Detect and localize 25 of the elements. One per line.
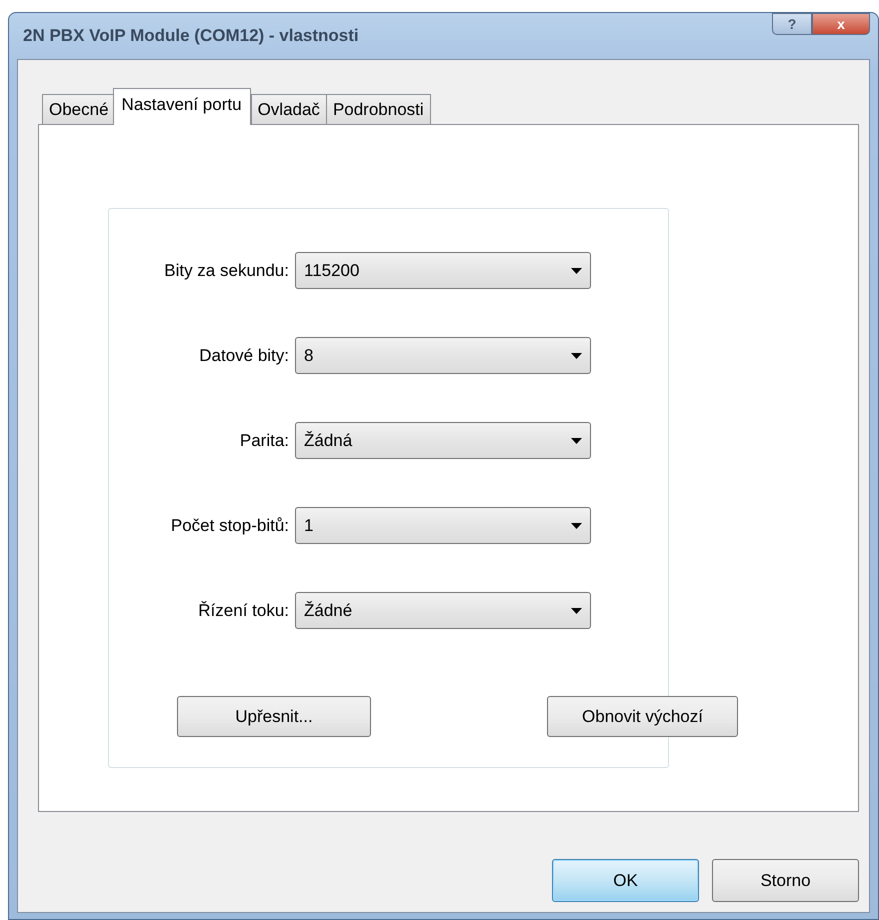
tab[interactable]: Ovladač [250,94,327,124]
field-label: Bity za sekundu: [163,260,290,280]
window-title: 2N PBX VoIP Module (COM12) - vlastnosti [22,26,359,46]
help-button[interactable]: ? [772,13,812,35]
restore-defaults-button[interactable]: Obnovit výchozí [547,696,738,737]
dropdown-arrow-icon [571,522,582,528]
dropdown[interactable]: Žádné [295,592,591,629]
advanced-button[interactable]: Upřesnit... [177,696,371,737]
dropdown[interactable]: Žádná [295,422,591,459]
field-label: Datové bity: [198,346,290,366]
dropdown-arrow-icon [571,352,582,358]
field-label: Parita: [238,430,290,450]
tab[interactable]: Podrobnosti [326,94,431,124]
dropdown[interactable]: 115200 [295,252,591,289]
tab[interactable]: Obecné [42,94,116,124]
dropdown-arrow-icon [571,268,582,274]
field-label: Počet stop-bitů: [170,516,290,536]
dropdown-arrow-icon [571,438,582,444]
dropdown-arrow-icon [571,608,582,614]
cancel-button[interactable]: Storno [712,859,859,902]
dropdown[interactable]: 1 [295,507,591,544]
dropdown[interactable]: 8 [295,337,591,374]
field-label: Řízení toku: [197,600,290,620]
ok-button[interactable]: OK [552,859,699,902]
tab[interactable]: Nastavení portu [112,88,251,125]
